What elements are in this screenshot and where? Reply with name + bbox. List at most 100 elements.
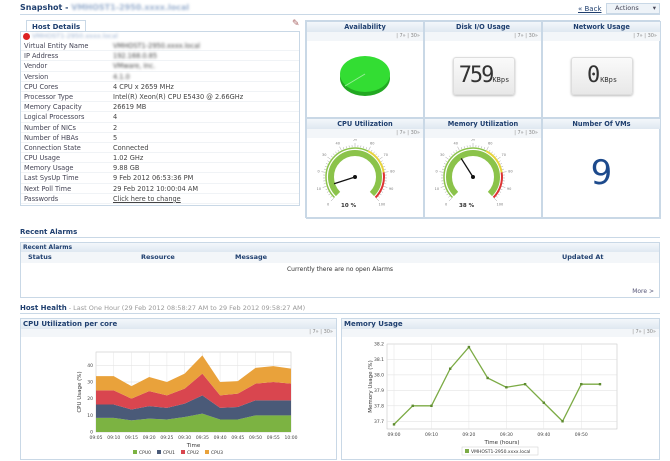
- host-details-panel: VMHOST1-2950.xxxx.local Virtual Entity N…: [20, 31, 300, 206]
- detail-label: CPU Usage: [21, 153, 113, 162]
- x-tick-label: 09:20: [143, 435, 156, 441]
- gauge-tick: [501, 189, 503, 190]
- memory-utilization-widget: Memory Utilization | 7» | 30» 0102030405…: [424, 118, 542, 219]
- detail-row: Next Poll Time29 Feb 2012 10:00:04 AM: [21, 184, 299, 194]
- gauge-tick-label: 70: [384, 153, 388, 157]
- detail-value: 9 Feb 2012 06:53:36 PM: [113, 173, 193, 182]
- vm-count-widget: Number Of VMs 9: [542, 118, 661, 219]
- gauge-tick: [444, 189, 446, 190]
- detail-row: Virtual Entity NameVMHOST1-2950.xxxx.loc…: [21, 41, 299, 51]
- alarms-panel-title: Recent Alarms: [21, 243, 659, 252]
- gauge-band: [449, 153, 497, 194]
- widget-title: Number Of VMs: [543, 119, 660, 129]
- data-point: [486, 377, 488, 379]
- y-axis-label: CPU Usage (%): [77, 371, 83, 412]
- data-point: [393, 423, 395, 425]
- detail-label: CPU Cores: [21, 82, 113, 91]
- detail-row: IP Address192.168.0.85: [21, 51, 299, 61]
- gauge-tick: [385, 172, 389, 173]
- column-updated-at[interactable]: Updated At: [562, 252, 604, 263]
- detail-row: PasswordsClick here to change: [21, 194, 299, 204]
- column-resource[interactable]: Resource: [141, 252, 175, 263]
- actions-dropdown[interactable]: Actions▾: [606, 3, 660, 14]
- range-links[interactable]: | 7» | 30»: [425, 32, 541, 41]
- range-links[interactable]: | 7» | 30»: [342, 329, 659, 337]
- gauge-tick: [487, 147, 489, 151]
- cpu-chart-title: CPU Utilization per core: [21, 319, 336, 329]
- vm-count-value: 9: [543, 153, 660, 193]
- gauge-tick-label: 60: [488, 142, 492, 146]
- gauge-tick: [445, 157, 448, 159]
- gauge-tick: [456, 150, 457, 152]
- data-point: [468, 346, 470, 348]
- gauge-tick: [497, 157, 500, 159]
- widget-grid: Availability | 7» | 30» Disk I/O Usage |…: [305, 20, 660, 218]
- detail-value: 4.1.0: [113, 72, 130, 81]
- data-point: [505, 386, 507, 388]
- gauge-tick: [439, 172, 443, 173]
- y-tick-label: 0: [90, 430, 93, 436]
- y-tick-label: 38.0: [374, 372, 384, 378]
- detail-label: Virtual Entity Name: [21, 41, 113, 50]
- gauge-tick: [451, 154, 452, 155]
- x-axis-label: Time (hours): [484, 440, 520, 446]
- gauge-tick: [494, 198, 497, 201]
- column-status[interactable]: Status: [28, 252, 52, 263]
- gauge-pivot: [471, 175, 475, 179]
- gauge-tick: [321, 172, 325, 173]
- detail-label: IP Address: [21, 51, 113, 60]
- title-text: Snapshot -: [20, 3, 68, 12]
- x-tick-label: 09:50: [249, 435, 262, 441]
- gauge-tick: [366, 147, 367, 149]
- network-unit: KBps: [600, 76, 617, 84]
- network-usage-widget: Network Usage | 7» | 30» 0KBps: [542, 21, 661, 118]
- range-links[interactable]: | 7» | 30»: [307, 32, 423, 41]
- gauge-tick: [343, 147, 344, 149]
- gauge-tick-label: 50: [353, 139, 357, 142]
- detail-row: Version4.1.0: [21, 72, 299, 82]
- gauge-tick: [458, 147, 460, 151]
- gauge-needle: [461, 158, 473, 177]
- gauge-tick-label: 10: [435, 187, 439, 191]
- range-links[interactable]: | 7» | 30»: [425, 129, 541, 138]
- disk-io-value: 759: [459, 63, 493, 88]
- detail-value: 29 Feb 2012 10:00:04 AM: [113, 184, 198, 193]
- memory-usage-panel: Memory Usage | 7» | 30» 37.737.837.938.0…: [341, 318, 660, 460]
- alarms-section-title: Recent Alarms: [20, 228, 77, 236]
- more-alarms-link[interactable]: More >: [632, 288, 654, 295]
- detail-value: 5: [113, 133, 117, 142]
- gauge-tick: [326, 189, 328, 190]
- gauge-tick: [346, 146, 347, 148]
- y-tick-label: 30: [87, 380, 93, 386]
- detail-row: Number of NICs2: [21, 123, 299, 133]
- legend-label: VMHOST1-2950.xxxx.local: [471, 449, 530, 455]
- data-point: [430, 405, 432, 407]
- gauge-tick: [484, 147, 485, 149]
- range-links[interactable]: | 7» | 30»: [543, 32, 660, 41]
- cpu-gauge: 0102030405060708090100: [317, 139, 397, 209]
- availability-widget: Availability | 7» | 30»: [306, 21, 424, 118]
- range-links[interactable]: | 7» | 30»: [21, 329, 336, 337]
- detail-value: VMware, Inc.: [113, 61, 155, 70]
- gauge-tick: [381, 191, 383, 192]
- disk-io-unit: KBps: [492, 76, 509, 84]
- memory-line-chart: 37.737.837.938.038.138.209:0009:1009:200…: [342, 337, 659, 459]
- gauge-tick: [338, 150, 339, 152]
- y-tick-label: 37.8: [374, 403, 384, 409]
- range-links[interactable]: | 7» | 30»: [307, 129, 423, 138]
- gauge-tick-label: 80: [390, 170, 394, 174]
- detail-row: Memory Capacity26619 MB: [21, 102, 299, 112]
- gauge-tick: [448, 196, 450, 197]
- edit-pencil-icon[interactable]: ✎: [292, 19, 300, 29]
- detail-row: Connection StateConnected: [21, 143, 299, 153]
- widget-title: CPU Utilization: [307, 119, 423, 129]
- gauge-tick: [501, 166, 503, 167]
- gauge-tick-label: 10: [317, 187, 321, 191]
- gauge-tick: [481, 146, 482, 148]
- gauge-tick-label: 50: [471, 139, 475, 142]
- column-message[interactable]: Message: [235, 252, 267, 263]
- back-link[interactable]: « Back: [578, 5, 602, 13]
- gauge-tick: [376, 154, 377, 155]
- gauge-tick: [383, 166, 385, 167]
- change-password-link[interactable]: Click here to change: [113, 194, 181, 203]
